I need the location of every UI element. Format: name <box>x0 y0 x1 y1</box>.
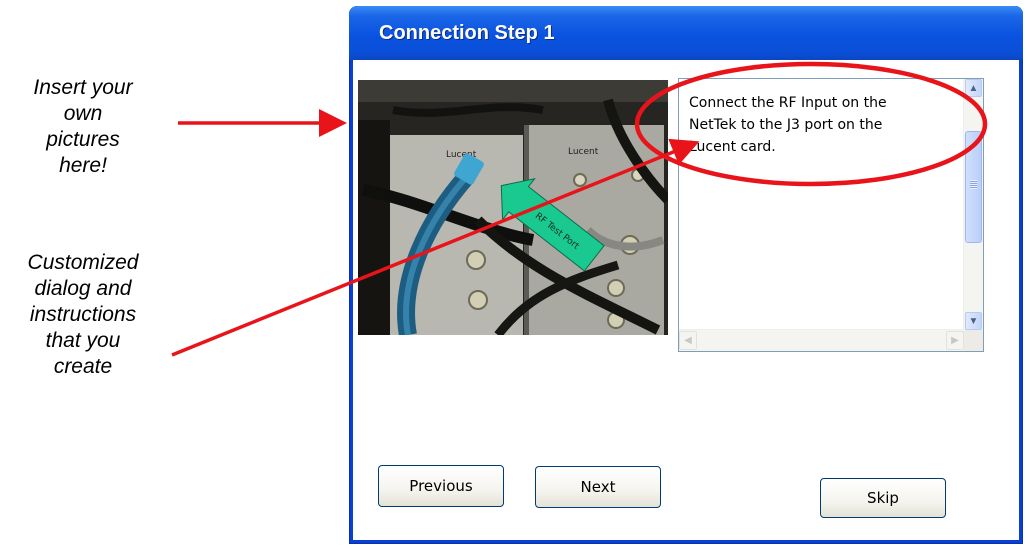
highlight-ellipse <box>634 61 988 187</box>
dialog-arrow <box>171 138 700 357</box>
annotation-overlay <box>171 61 988 357</box>
